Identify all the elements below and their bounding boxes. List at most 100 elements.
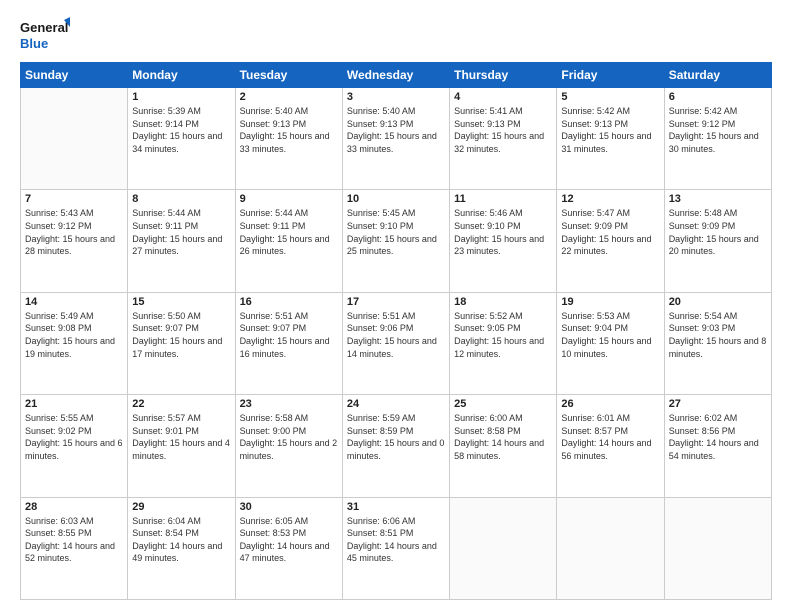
day-number: 14 (25, 296, 123, 308)
day-header-wednesday: Wednesday (342, 63, 449, 88)
day-number: 9 (240, 193, 338, 205)
day-info: Sunrise: 5:40 AM Sunset: 9:13 PM Dayligh… (240, 105, 338, 155)
calendar-cell: 19 Sunrise: 5:53 AM Sunset: 9:04 PM Dayl… (557, 292, 664, 394)
day-info: Sunrise: 5:59 AM Sunset: 8:59 PM Dayligh… (347, 412, 445, 462)
header: General Blue (20, 16, 772, 54)
day-info: Sunrise: 5:42 AM Sunset: 9:12 PM Dayligh… (669, 105, 767, 155)
day-number: 11 (454, 193, 552, 205)
svg-text:Blue: Blue (20, 36, 48, 51)
day-number: 27 (669, 398, 767, 410)
day-header-tuesday: Tuesday (235, 63, 342, 88)
calendar-cell: 23 Sunrise: 5:58 AM Sunset: 9:00 PM Dayl… (235, 395, 342, 497)
day-number: 17 (347, 296, 445, 308)
calendar-cell: 4 Sunrise: 5:41 AM Sunset: 9:13 PM Dayli… (450, 88, 557, 190)
day-info: Sunrise: 5:49 AM Sunset: 9:08 PM Dayligh… (25, 310, 123, 360)
calendar-cell: 6 Sunrise: 5:42 AM Sunset: 9:12 PM Dayli… (664, 88, 771, 190)
calendar-cell: 11 Sunrise: 5:46 AM Sunset: 9:10 PM Dayl… (450, 190, 557, 292)
day-number: 22 (132, 398, 230, 410)
day-info: Sunrise: 5:46 AM Sunset: 9:10 PM Dayligh… (454, 207, 552, 257)
calendar-cell: 26 Sunrise: 6:01 AM Sunset: 8:57 PM Dayl… (557, 395, 664, 497)
calendar-cell: 21 Sunrise: 5:55 AM Sunset: 9:02 PM Dayl… (21, 395, 128, 497)
calendar-week-4: 21 Sunrise: 5:55 AM Sunset: 9:02 PM Dayl… (21, 395, 772, 497)
calendar-cell (664, 497, 771, 599)
day-number: 15 (132, 296, 230, 308)
day-number: 19 (561, 296, 659, 308)
day-number: 31 (347, 501, 445, 513)
day-number: 16 (240, 296, 338, 308)
calendar-cell: 22 Sunrise: 5:57 AM Sunset: 9:01 PM Dayl… (128, 395, 235, 497)
day-number: 2 (240, 91, 338, 103)
day-info: Sunrise: 5:51 AM Sunset: 9:07 PM Dayligh… (240, 310, 338, 360)
svg-text:General: General (20, 20, 68, 35)
day-header-saturday: Saturday (664, 63, 771, 88)
day-number: 18 (454, 296, 552, 308)
calendar-cell: 13 Sunrise: 5:48 AM Sunset: 9:09 PM Dayl… (664, 190, 771, 292)
day-number: 28 (25, 501, 123, 513)
day-number: 6 (669, 91, 767, 103)
day-info: Sunrise: 6:05 AM Sunset: 8:53 PM Dayligh… (240, 515, 338, 565)
day-info: Sunrise: 5:47 AM Sunset: 9:09 PM Dayligh… (561, 207, 659, 257)
calendar-cell: 9 Sunrise: 5:44 AM Sunset: 9:11 PM Dayli… (235, 190, 342, 292)
calendar-week-1: 1 Sunrise: 5:39 AM Sunset: 9:14 PM Dayli… (21, 88, 772, 190)
day-number: 1 (132, 91, 230, 103)
calendar-week-2: 7 Sunrise: 5:43 AM Sunset: 9:12 PM Dayli… (21, 190, 772, 292)
calendar-cell: 28 Sunrise: 6:03 AM Sunset: 8:55 PM Dayl… (21, 497, 128, 599)
day-number: 29 (132, 501, 230, 513)
calendar-cell: 16 Sunrise: 5:51 AM Sunset: 9:07 PM Dayl… (235, 292, 342, 394)
calendar-cell: 18 Sunrise: 5:52 AM Sunset: 9:05 PM Dayl… (450, 292, 557, 394)
day-info: Sunrise: 6:01 AM Sunset: 8:57 PM Dayligh… (561, 412, 659, 462)
day-number: 20 (669, 296, 767, 308)
day-info: Sunrise: 5:57 AM Sunset: 9:01 PM Dayligh… (132, 412, 230, 462)
day-info: Sunrise: 5:55 AM Sunset: 9:02 PM Dayligh… (25, 412, 123, 462)
day-info: Sunrise: 5:53 AM Sunset: 9:04 PM Dayligh… (561, 310, 659, 360)
day-number: 25 (454, 398, 552, 410)
calendar-cell: 20 Sunrise: 5:54 AM Sunset: 9:03 PM Dayl… (664, 292, 771, 394)
day-number: 10 (347, 193, 445, 205)
day-number: 23 (240, 398, 338, 410)
calendar-cell: 10 Sunrise: 5:45 AM Sunset: 9:10 PM Dayl… (342, 190, 449, 292)
day-info: Sunrise: 5:54 AM Sunset: 9:03 PM Dayligh… (669, 310, 767, 360)
day-number: 5 (561, 91, 659, 103)
day-number: 12 (561, 193, 659, 205)
day-info: Sunrise: 5:42 AM Sunset: 9:13 PM Dayligh… (561, 105, 659, 155)
day-number: 24 (347, 398, 445, 410)
day-info: Sunrise: 5:41 AM Sunset: 9:13 PM Dayligh… (454, 105, 552, 155)
day-info: Sunrise: 6:03 AM Sunset: 8:55 PM Dayligh… (25, 515, 123, 565)
day-header-friday: Friday (557, 63, 664, 88)
calendar-cell: 25 Sunrise: 6:00 AM Sunset: 8:58 PM Dayl… (450, 395, 557, 497)
calendar-cell: 1 Sunrise: 5:39 AM Sunset: 9:14 PM Dayli… (128, 88, 235, 190)
day-info: Sunrise: 6:04 AM Sunset: 8:54 PM Dayligh… (132, 515, 230, 565)
day-header-monday: Monday (128, 63, 235, 88)
day-number: 8 (132, 193, 230, 205)
calendar-cell: 3 Sunrise: 5:40 AM Sunset: 9:13 PM Dayli… (342, 88, 449, 190)
calendar-cell (450, 497, 557, 599)
calendar-cell: 31 Sunrise: 6:06 AM Sunset: 8:51 PM Dayl… (342, 497, 449, 599)
calendar-cell: 2 Sunrise: 5:40 AM Sunset: 9:13 PM Dayli… (235, 88, 342, 190)
day-info: Sunrise: 5:40 AM Sunset: 9:13 PM Dayligh… (347, 105, 445, 155)
day-number: 26 (561, 398, 659, 410)
day-info: Sunrise: 5:45 AM Sunset: 9:10 PM Dayligh… (347, 207, 445, 257)
day-info: Sunrise: 5:58 AM Sunset: 9:00 PM Dayligh… (240, 412, 338, 462)
calendar-cell: 12 Sunrise: 5:47 AM Sunset: 9:09 PM Dayl… (557, 190, 664, 292)
day-number: 7 (25, 193, 123, 205)
calendar-cell: 7 Sunrise: 5:43 AM Sunset: 9:12 PM Dayli… (21, 190, 128, 292)
day-info: Sunrise: 6:00 AM Sunset: 8:58 PM Dayligh… (454, 412, 552, 462)
calendar-cell: 17 Sunrise: 5:51 AM Sunset: 9:06 PM Dayl… (342, 292, 449, 394)
day-header-thursday: Thursday (450, 63, 557, 88)
calendar-cell: 29 Sunrise: 6:04 AM Sunset: 8:54 PM Dayl… (128, 497, 235, 599)
calendar-table: SundayMondayTuesdayWednesdayThursdayFrid… (20, 62, 772, 600)
day-number: 30 (240, 501, 338, 513)
day-info: Sunrise: 5:51 AM Sunset: 9:06 PM Dayligh… (347, 310, 445, 360)
logo-svg: General Blue (20, 16, 70, 54)
logo: General Blue (20, 16, 70, 54)
day-info: Sunrise: 5:43 AM Sunset: 9:12 PM Dayligh… (25, 207, 123, 257)
calendar-cell: 27 Sunrise: 6:02 AM Sunset: 8:56 PM Dayl… (664, 395, 771, 497)
day-info: Sunrise: 6:02 AM Sunset: 8:56 PM Dayligh… (669, 412, 767, 462)
calendar-cell: 5 Sunrise: 5:42 AM Sunset: 9:13 PM Dayli… (557, 88, 664, 190)
day-info: Sunrise: 5:44 AM Sunset: 9:11 PM Dayligh… (240, 207, 338, 257)
day-header-sunday: Sunday (21, 63, 128, 88)
calendar-cell: 24 Sunrise: 5:59 AM Sunset: 8:59 PM Dayl… (342, 395, 449, 497)
day-info: Sunrise: 6:06 AM Sunset: 8:51 PM Dayligh… (347, 515, 445, 565)
day-number: 21 (25, 398, 123, 410)
day-number: 3 (347, 91, 445, 103)
